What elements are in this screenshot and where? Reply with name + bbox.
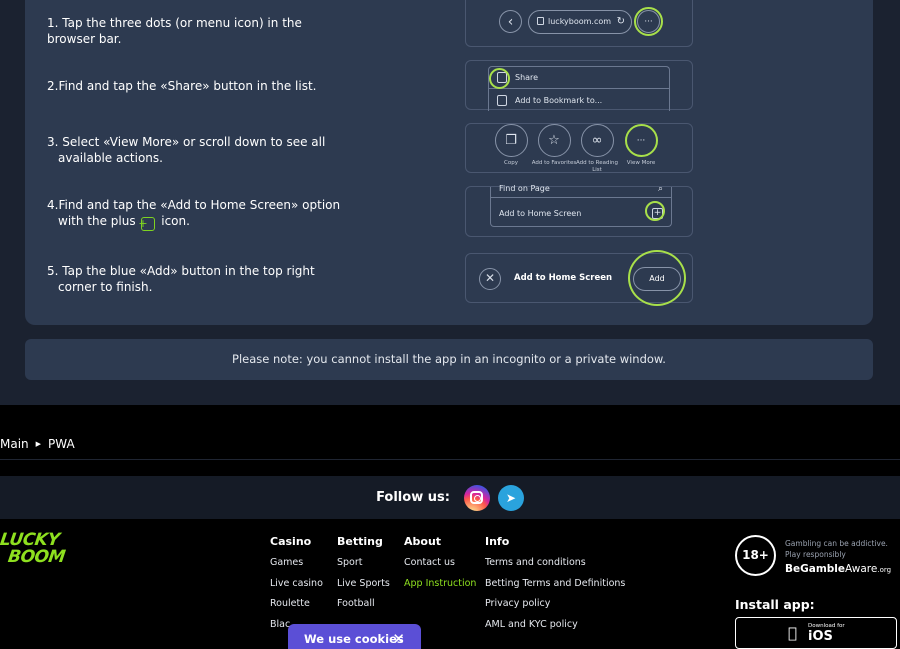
add-home-label: Add to Home Screen [499,209,582,218]
step-4-text: 4.Find and tap the «Add to Home Screen» … [47,197,347,231]
begamble-org: .org [877,566,892,574]
download-ios-button[interactable]:  Download for iOS [735,617,897,649]
find-row: Find on Page ⌕ [491,184,671,198]
betting-heading: Betting [337,535,383,548]
footer-col-about: About Contact us App Instruction [404,535,476,598]
close-icon: ✕ [479,268,501,290]
logo-line-2: BOOM [6,547,67,567]
steps-panel: 1. Tap the three dots (or menu icon) in … [25,0,873,325]
incognito-note: Please note: you cannot install the app … [25,339,873,380]
find-list: Find on Page ⌕ Add to Home Screen + [490,184,672,227]
glasses-icon: ∞ [580,124,614,157]
step-3-text: 3. Select «View More» or scroll down to … [47,135,326,165]
view-more-action: ··· View More [618,124,664,167]
gambling-note-line-1: Gambling can be addictive. [785,539,888,548]
breadcrumb-home-link[interactable]: Main [0,437,29,451]
instagram-icon[interactable] [463,484,490,511]
footer-link-privacy[interactable]: Privacy policy [485,598,625,619]
footer-link-terms[interactable]: Terms and conditions [485,557,625,578]
step-4-text-after: icon. [161,214,190,228]
footer-link-football[interactable]: Football [337,598,390,619]
begambleaware-logo[interactable]: BeGambleAware.org [785,563,891,575]
reload-icon: ↻ [616,16,625,27]
follow-bar: Follow us: ➤ [0,476,900,519]
gambling-note-line-2: Play responsibly [785,550,846,559]
page-icon [537,17,544,25]
footer-link-roulette[interactable]: Roulette [270,598,323,619]
step-2-text: 2.Find and tap the «Share» button in the… [47,79,317,93]
search-icon: ⌕ [657,184,663,194]
actions-illustration: ❐ Copy ☆ Add to Favorites ∞ Add to Readi… [465,123,693,173]
telegram-icon[interactable]: ➤ [497,484,524,511]
footer-link-aml-kyc[interactable]: AML and KYC policy [485,619,625,640]
about-heading: About [404,535,442,548]
cookie-banner: We use cookies ✕ [288,624,421,649]
step-1-text: 1. Tap the three dots (or menu icon) in … [47,16,302,46]
info-heading: Info [485,535,510,548]
step-5-text: 5. Tap the blue «Add» button in the top … [47,264,315,294]
step-4-text-before: 4.Find and tap the «Add to Home Screen» … [47,198,341,228]
follow-label: Follow us: [376,490,450,505]
footer-link-live-casino[interactable]: Live casino [270,578,323,599]
footer-link-live-sports[interactable]: Live Sports [337,578,390,599]
footer-col-betting: Betting Sport Live Sports Football [337,535,390,619]
highlight-ring [628,250,686,306]
share-label: Share [515,73,539,82]
cookie-label: We use cookies [304,632,404,646]
share-row: Share [489,67,669,89]
highlight-ring [634,7,663,36]
highlight-ring [489,68,510,89]
share-list: Share Add to Bookmark to... [488,66,670,111]
begamble-aware: Aware [845,563,878,575]
gambling-note: Gambling can be addictive. Play responsi… [785,538,888,560]
add-dialog-illustration: ✕ Add to Home Screen Add [465,250,693,306]
install-app-label: Install app: [735,597,815,612]
add-home-row: Add to Home Screen + [491,202,671,226]
instructions-section: 1. Tap the three dots (or menu icon) in … [0,0,900,405]
bookmark-label: Add to Bookmark to... [515,96,603,105]
footer-link-betting-terms[interactable]: Betting Terms and Definitions [485,578,625,599]
dialog-title: Add to Home Screen [514,273,613,283]
copy-label: Copy [504,160,518,166]
lucky-boom-logo[interactable]: LUCKY BOOM [0,530,70,567]
find-label: Find on Page [499,184,550,193]
url-text: luckyboom.com [548,17,612,26]
favorites-label: Add to Favorites [531,160,577,166]
casino-heading: Casino [270,535,312,548]
url-bar: luckyboom.com ↻ [528,10,632,34]
reading-list-action: ∞ Add to Reading List [574,124,620,174]
chevron-right-icon: ▶ [35,440,42,448]
browser-bar-illustration: ‹ luckyboom.com ↻ ··· [465,0,693,47]
star-icon: ☆ [537,124,571,157]
view-more-label: View More [626,160,656,166]
apple-icon:  [788,624,797,642]
divider [0,459,900,460]
back-icon: ‹ [499,10,522,33]
favorites-action: ☆ Add to Favorites [531,124,577,167]
breadcrumb: Main ▶ PWA [0,437,75,451]
age-restriction-badge: 18+ [735,535,776,576]
begamble-be: BeGamble [785,563,846,575]
book-icon [497,95,507,106]
breadcrumb-current: PWA [48,437,75,451]
copy-icon: ❐ [494,124,528,157]
plus-icon: + [138,217,156,231]
close-icon[interactable]: ✕ [392,624,405,649]
more-dots-icon: ··· [624,124,658,157]
reading-list-label: Add to Reading List [576,160,618,173]
footer-link-sport[interactable]: Sport [337,557,390,578]
bookmark-row: Add to Bookmark to... [489,90,669,112]
add-home-list-illustration: Find on Page ⌕ Add to Home Screen + [465,184,693,237]
footer-link-app-instruction[interactable]: App Instruction [404,578,476,599]
share-menu-illustration: Share Add to Bookmark to... [465,60,693,111]
footer-col-info: Info Terms and conditions Betting Terms … [485,535,625,639]
footer-link-games[interactable]: Games [270,557,323,578]
copy-action: ❐ Copy [488,124,534,167]
highlight-ring [645,201,665,221]
footer-link-contact[interactable]: Contact us [404,557,476,578]
ios-big-label: iOS [808,629,833,644]
